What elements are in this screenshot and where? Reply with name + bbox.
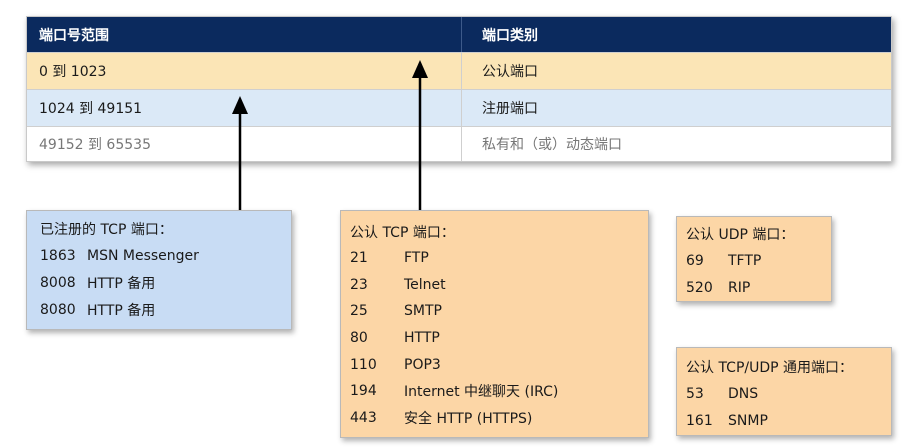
port-number: 443 <box>350 409 377 426</box>
port-number: 110 <box>350 356 377 373</box>
port-number: 520 <box>686 279 713 296</box>
service-name: Telnet <box>404 276 446 293</box>
port-number: 1863 <box>40 247 76 264</box>
list-item: 8080 HTTP 备用 <box>40 296 291 323</box>
service-name: DNS <box>728 385 759 402</box>
well-known-tcp-udp-box: 公认 TCP/UDP 通用端口： 53 DNS 161 SNMP <box>676 347 892 436</box>
port-number: 69 <box>686 252 704 269</box>
list-item: 8008 HTTP 备用 <box>40 269 291 296</box>
well-known-udp-box: 公认 UDP 端口： 69 TFTP 520 RIP <box>676 216 832 302</box>
service-name: FTP <box>404 250 429 267</box>
arrow-well-known-head <box>412 60 428 78</box>
list-item: 53 DNS <box>686 380 891 407</box>
service-name: Internet 中继聊天 (IRC) <box>404 384 559 401</box>
service-name: HTTP 备用 <box>87 275 156 292</box>
list-item: 69 TFTP <box>686 247 831 274</box>
port-number: 80 <box>350 330 368 347</box>
service-name: RIP <box>728 279 751 296</box>
list-item: 443 安全 HTTP (HTTPS) <box>350 405 648 432</box>
registered-tcp-box: 已注册的 TCP 端口： 1863 MSN Messenger 8008 HTTP … <box>26 210 292 330</box>
list-item: 161 SNMP <box>686 407 891 434</box>
box-title: 公认 UDP 端口： <box>686 226 795 243</box>
list-item: 1863 MSN Messenger <box>40 242 291 269</box>
service-name: MSN Messenger <box>87 247 199 264</box>
list-item: 110 POP3 <box>350 351 648 378</box>
service-name: 安全 HTTP (HTTPS) <box>404 410 533 427</box>
port-number: 53 <box>686 385 704 402</box>
list-item: 194 Internet 中继聊天 (IRC) <box>350 378 648 405</box>
service-name: SMTP <box>404 303 442 320</box>
service-name: HTTP 备用 <box>87 302 156 319</box>
list-item: 23 Telnet <box>350 272 648 299</box>
box-title: 已注册的 TCP 端口： <box>40 221 173 238</box>
box-title: 公认 TCP 端口： <box>350 225 455 241</box>
service-name: HTTP <box>404 330 440 347</box>
port-number: 8080 <box>40 301 76 318</box>
well-known-tcp-box: 公认 TCP 端口： 21 FTP 23 Telnet 25 SMTP 80 HTTP … <box>340 210 649 438</box>
port-number: 23 <box>350 276 368 293</box>
service-name: TFTP <box>728 252 762 269</box>
service-name: SNMP <box>728 412 768 429</box>
arrow-registered-head <box>232 96 248 114</box>
list-item: 80 HTTP <box>350 325 648 352</box>
port-number: 194 <box>350 383 377 400</box>
service-name: POP3 <box>404 356 441 373</box>
list-item: 520 RIP <box>686 274 831 301</box>
port-number: 8008 <box>40 274 76 291</box>
list-item: 25 SMTP <box>350 298 648 325</box>
box-title: 公认 TCP/UDP 通用端口： <box>686 359 854 376</box>
port-number: 161 <box>686 412 713 429</box>
port-number: 21 <box>350 250 368 267</box>
port-number: 25 <box>350 303 368 320</box>
list-item: 21 FTP <box>350 245 648 272</box>
